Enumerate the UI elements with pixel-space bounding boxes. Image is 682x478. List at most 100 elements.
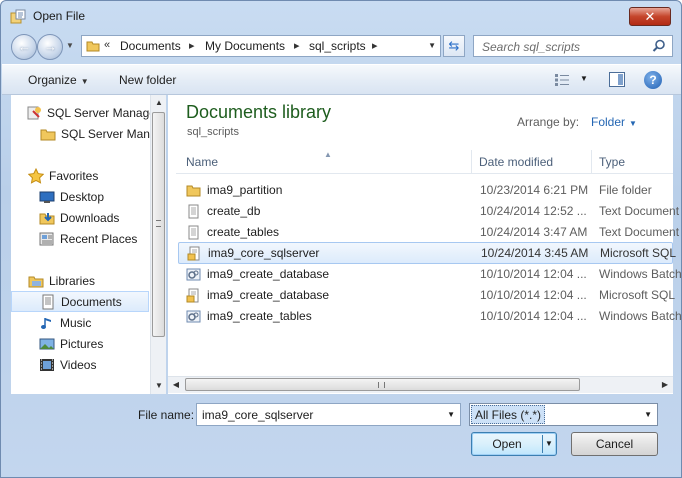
forward-arrow-icon: → [44, 39, 57, 54]
open-options-dropdown-icon[interactable]: ▼ [545, 433, 553, 455]
breadcrumb-chevron-icon[interactable]: ▸ [372, 39, 378, 52]
breadcrumb-overflow[interactable]: « [104, 39, 110, 51]
nav-item-videos[interactable]: Videos [39, 355, 160, 375]
scroll-up-icon[interactable]: ▲ [151, 95, 167, 111]
file-row[interactable]: ima9_create_database 10/10/2014 12:04 ..… [178, 264, 682, 285]
nav-item-music[interactable]: Music [39, 313, 160, 333]
chevron-down-icon: ▼ [80, 77, 89, 86]
views-dropdown-icon[interactable]: ▼ [580, 74, 588, 83]
nav-item-sql-server-management-studio-folder[interactable]: SQL Server Management Studio [40, 124, 160, 144]
file-name-input[interactable]: ima9_core_sqlserver ▼ [196, 403, 461, 426]
nav-item-pictures[interactable]: Pictures [39, 334, 160, 354]
nav-item-documents[interactable]: Documents [11, 291, 149, 312]
breadcrumb-chevron-icon[interactable]: ▸ [294, 39, 300, 52]
sql-server-icon [27, 106, 41, 120]
folder-icon [86, 41, 100, 52]
file-list-horizontal-scrollbar[interactable]: ◀ ▶ [168, 376, 673, 393]
scroll-down-icon[interactable]: ▼ [151, 378, 167, 394]
title-bar: Open File ✕ [1, 1, 681, 31]
file-type: Text Document [599, 225, 680, 239]
file-date: 10/10/2014 12:04 ... [480, 309, 587, 323]
file-name: create_db [207, 204, 261, 218]
nav-item-libraries[interactable]: Libraries [28, 271, 160, 291]
nav-item-sql-server-management-studio[interactable]: SQL Server Management Studio [26, 103, 160, 123]
back-button[interactable]: ← [11, 34, 37, 60]
recent-locations-dropdown-icon[interactable]: ▼ [66, 41, 74, 50]
breadcrumb-chevron-icon[interactable]: ▸ [189, 39, 195, 52]
column-divider[interactable] [471, 150, 472, 174]
open-split-divider [542, 435, 543, 453]
scroll-left-icon[interactable]: ◀ [168, 377, 184, 393]
file-date: 10/23/2014 6:21 PM [480, 183, 589, 197]
scrollbar-thumb[interactable] [185, 378, 580, 391]
address-dropdown-icon[interactable]: ▼ [428, 41, 436, 50]
search-icon[interactable] [652, 39, 666, 53]
sort-ascending-icon: ▲ [324, 150, 332, 159]
file-type: File folder [599, 183, 652, 197]
library-subtitle: sql_scripts [187, 126, 239, 138]
breadcrumb-sql-scripts[interactable]: sql_scripts [309, 39, 366, 53]
grip-icon [156, 220, 161, 227]
open-button[interactable]: Open ▼ [471, 432, 557, 456]
library-title: Documents library [186, 102, 332, 122]
scroll-right-icon[interactable]: ▶ [657, 377, 673, 393]
file-type-filter-value: All Files (*.*) [471, 405, 546, 424]
cancel-button[interactable]: Cancel [571, 432, 658, 456]
breadcrumb-documents[interactable]: Documents [120, 39, 181, 53]
search-placeholder: Search sql_scripts [482, 40, 581, 54]
column-type[interactable]: Type [599, 155, 625, 169]
organize-button[interactable]: Organize ▼ [28, 73, 89, 87]
file-name: create_tables [207, 225, 280, 239]
chevron-down-icon[interactable]: ▼ [447, 410, 455, 419]
preview-pane-icon[interactable] [609, 72, 625, 87]
organize-label: Organize [28, 73, 77, 87]
file-row[interactable]: ima9_create_tables 10/10/2014 12:04 ... … [178, 306, 682, 327]
file-row[interactable]: create_tables 10/24/2014 3:47 AM Text Do… [178, 222, 679, 243]
nav-item-favorites[interactable]: Favorites [28, 166, 160, 186]
file-name: ima9_create_database [207, 267, 330, 281]
scrollbar-thumb[interactable] [152, 112, 165, 337]
search-input[interactable]: Search sql_scripts [473, 35, 673, 57]
command-bar: Organize ▼ New folder ▼ ? [2, 64, 681, 95]
folder-icon [40, 129, 56, 141]
file-row-selected[interactable]: ima9_core_sqlserver 10/24/2014 3:45 AM M… [178, 242, 676, 264]
folder-icon [186, 185, 201, 197]
refresh-icon: ⇆ [448, 38, 460, 53]
open-label: Open [492, 437, 522, 451]
recent-places-icon [39, 232, 54, 246]
column-header: ▲ Name Date modified Type [176, 150, 673, 174]
new-folder-button[interactable]: New folder [119, 73, 176, 87]
column-date-modified[interactable]: Date modified [479, 155, 553, 169]
nav-item-recent-places[interactable]: Recent Places [39, 229, 160, 249]
file-type: Text Document [599, 204, 680, 218]
window-title: Open File [33, 9, 86, 23]
file-type-filter-select[interactable]: All Files (*.*) ▼ [469, 403, 658, 426]
arrange-by-dropdown[interactable]: Folder ▼ [591, 115, 637, 129]
file-name: ima9_partition [207, 183, 283, 197]
file-row[interactable]: ima9_partition 10/23/2014 6:21 PM File f… [178, 180, 673, 201]
arrange-by-value: Folder [591, 115, 626, 129]
file-date: 10/24/2014 3:45 AM [481, 246, 589, 260]
forward-button[interactable]: → [37, 34, 63, 60]
file-row[interactable]: create_db 10/24/2014 12:52 ... Text Docu… [178, 201, 679, 222]
refresh-button[interactable]: ⇆ [443, 35, 465, 57]
column-divider[interactable] [591, 150, 592, 174]
help-icon[interactable]: ? [644, 71, 662, 89]
column-name[interactable]: Name [186, 155, 218, 169]
navigation-pane: SQL Server Management Studio SQL Server … [11, 95, 166, 394]
downloads-icon [39, 213, 55, 225]
text-file-icon [188, 225, 199, 240]
views-icon[interactable] [554, 73, 570, 87]
nav-item-desktop[interactable]: Desktop [39, 187, 160, 207]
file-date: 10/24/2014 12:52 ... [480, 204, 587, 218]
file-row[interactable]: ima9_create_database 10/10/2014 12:04 ..… [178, 285, 675, 306]
breadcrumb-my-documents[interactable]: My Documents [205, 39, 285, 53]
batch-file-icon [186, 310, 201, 323]
close-button[interactable]: ✕ [629, 7, 671, 26]
address-bar[interactable]: « Documents ▸ My Documents ▸ sql_scripts… [81, 35, 441, 57]
file-type: Windows Batch [599, 309, 682, 323]
nav-item-downloads[interactable]: Downloads [39, 208, 160, 228]
sql-file-icon [187, 246, 200, 261]
chevron-down-icon[interactable]: ▼ [644, 410, 652, 419]
navigation-pane-scrollbar[interactable]: ▲ ▼ [150, 95, 166, 394]
